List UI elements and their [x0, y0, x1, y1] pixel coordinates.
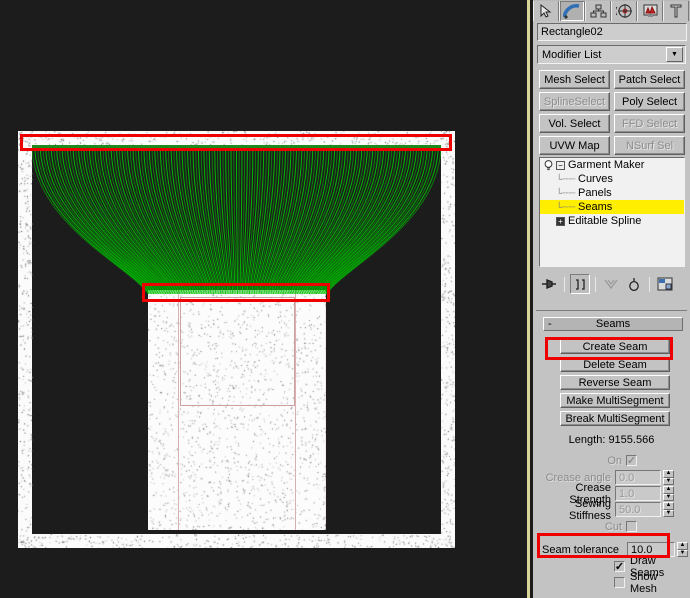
spin-down-icon[interactable]: ▼	[663, 494, 674, 502]
on-field-row: On ✓	[536, 453, 687, 468]
reverse-seam-button[interactable]: Reverse Seam	[560, 375, 670, 390]
stack-item-label: Editable Spline	[568, 215, 641, 227]
modifier-button-mesh-select[interactable]: Mesh Select	[539, 70, 610, 89]
crease-angle-input[interactable]	[615, 470, 661, 485]
modifier-sets-buttons: Mesh Select Patch Select SplineSelect Poly …	[539, 70, 685, 155]
application-window: Modifier List ▼ Mesh SelectPatch SelectS…	[0, 0, 690, 598]
modifier-button-vol-select[interactable]: Vol. Select	[539, 114, 610, 133]
check-icon: ✓	[627, 456, 636, 466]
annotation-box-create-seam	[545, 337, 673, 360]
modifier-button-poly-select[interactable]: Poly Select	[614, 92, 685, 111]
tree-branch-icon: └┈┈┈	[556, 174, 578, 185]
stack-item-curves[interactable]: └┈┈┈ Curves	[540, 172, 684, 186]
object-name-input[interactable]	[537, 23, 687, 41]
create-tab[interactable]	[533, 1, 559, 21]
expand-icon[interactable]: +	[556, 217, 565, 226]
spin-down-icon[interactable]: ▼	[663, 478, 674, 486]
sewing-stiffness-input[interactable]	[615, 502, 661, 517]
annotation-box-bottom-seam	[142, 283, 330, 302]
pin-stack-icon[interactable]	[539, 274, 559, 294]
crease-strength-input[interactable]	[615, 486, 661, 501]
annotation-box-top-seam	[20, 134, 452, 151]
modifier-button-nsurf-sel: NSurf Sel	[614, 136, 685, 155]
object-name-row	[537, 23, 686, 41]
command-panel: Modifier List ▼ Mesh SelectPatch SelectS…	[533, 0, 690, 598]
collapse-icon[interactable]: −	[556, 161, 565, 170]
sewing-stiffness-label: Sewing Stiffness	[536, 498, 615, 522]
cut-field-row: Cut	[536, 519, 637, 534]
stack-item-label: Curves	[578, 173, 613, 185]
viewport[interactable]	[0, 0, 527, 598]
modifier-button-patch-select[interactable]: Patch Select	[614, 70, 685, 89]
check-icon: ✓	[615, 562, 624, 572]
modifier-button-uvw-map[interactable]: UVW Map	[539, 136, 610, 155]
spin-up-icon[interactable]: ▲	[663, 486, 674, 494]
tree-branch-icon: └┈┈┈	[556, 202, 578, 213]
crease-strength-spinner[interactable]: ▲ ▼	[663, 486, 674, 501]
lightbulb-icon[interactable]	[543, 160, 554, 171]
seam-length-readout: Length: 9155.566	[536, 434, 687, 446]
break-multisegment-button[interactable]: Break MultiSegment	[560, 411, 670, 426]
on-checkbox[interactable]: ✓	[626, 455, 637, 466]
chevron-down-icon[interactable]: ▼	[666, 47, 683, 62]
spin-up-icon[interactable]: ▲	[677, 542, 688, 550]
toolbar-separator	[595, 277, 596, 292]
stack-item-label: Seams	[578, 201, 612, 213]
make-unique-icon[interactable]	[601, 274, 621, 294]
sewing-stiffness-spinner[interactable]: ▲ ▼	[663, 502, 674, 517]
command-panel-tabs	[533, 0, 690, 21]
remove-modifier-icon[interactable]	[624, 274, 644, 294]
spin-down-icon[interactable]: ▼	[663, 510, 674, 518]
toolbar-separator	[649, 277, 650, 292]
panel-seam-line-right	[295, 290, 296, 530]
cut-label: Cut	[536, 521, 626, 533]
seams-rollout-header[interactable]: - Seams	[543, 317, 683, 331]
crease-angle-spinner[interactable]: ▲ ▼	[663, 470, 674, 485]
hierarchy-tab[interactable]	[585, 1, 611, 21]
modifier-stack-toolbar	[539, 272, 685, 296]
modifier-stack-list[interactable]: − Garment Maker └┈┈┈ Curves └┈┈┈ Panels └┈┈┈ Se…	[539, 157, 685, 267]
draw-seams-checkbox[interactable]: ✓	[614, 561, 625, 572]
show-mesh-label: Show Mesh	[625, 571, 687, 595]
seam-length-label: Length:	[569, 434, 606, 446]
seam-lines-fan	[32, 142, 441, 294]
sewing-stiffness-row: Sewing Stiffness ▲▼	[536, 502, 674, 517]
modifier-button-splineselect: SplineSelect	[539, 92, 610, 111]
on-label: On	[536, 455, 626, 467]
seam-length-value: 9155.566	[608, 434, 654, 446]
show-mesh-row: Show Mesh	[614, 575, 687, 590]
stack-item-panels[interactable]: └┈┈┈ Panels	[540, 186, 684, 200]
tree-branch-icon: └┈┈┈	[556, 188, 578, 199]
seams-rollout-title: Seams	[596, 318, 630, 330]
spin-up-icon[interactable]: ▲	[663, 502, 674, 510]
cut-checkbox[interactable]	[626, 521, 637, 532]
display-tab[interactable]	[637, 1, 663, 21]
make-multisegment-button[interactable]: Make MultiSegment	[560, 393, 670, 408]
stack-item-editable-spline[interactable]: + Editable Spline	[540, 214, 684, 228]
stack-item-seams[interactable]: └┈┈┈ Seams	[540, 200, 684, 214]
stack-item-garment-maker[interactable]: − Garment Maker	[540, 158, 684, 172]
stack-item-label: Panels	[578, 187, 612, 199]
motion-tab[interactable]	[611, 1, 637, 21]
configure-modifier-sets-icon[interactable]	[655, 274, 675, 294]
stack-item-label: Garment Maker	[568, 159, 644, 171]
modifier-button-ffd-select: FFD Select	[614, 114, 685, 133]
utilities-tab[interactable]	[663, 1, 689, 21]
show-mesh-checkbox[interactable]	[614, 577, 625, 588]
spin-up-icon[interactable]: ▲	[663, 470, 674, 478]
modify-tab[interactable]	[559, 1, 585, 21]
modifier-list-dropdown[interactable]: Modifier List ▼	[537, 45, 686, 64]
show-end-result-icon[interactable]	[570, 274, 590, 294]
annotation-box-seam-tolerance	[537, 533, 670, 558]
minus-icon: -	[548, 319, 552, 330]
panel-seam-line-left	[178, 290, 179, 530]
toolbar-separator	[564, 277, 565, 292]
modifier-list-label: Modifier List	[538, 49, 666, 61]
panel-inner-outline	[180, 297, 295, 406]
